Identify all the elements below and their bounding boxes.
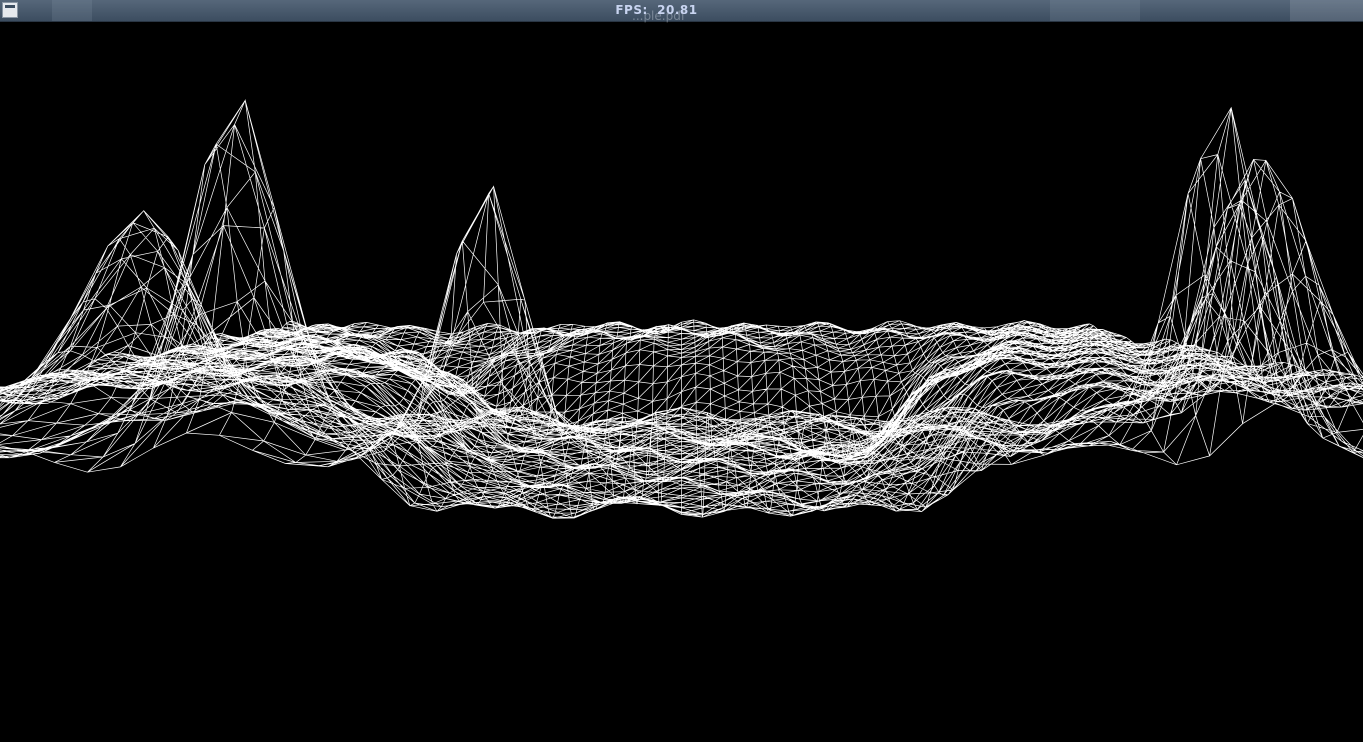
title-bar[interactable]: ...ple.pdf FPS: 20.81 [0, 0, 1363, 23]
terrain-mesh [0, 99, 1363, 519]
render-window: ...ple.pdf FPS: 20.81 [0, 0, 1363, 742]
fps-counter: FPS: 20.81 [0, 3, 1313, 17]
fps-value: 20.81 [657, 3, 698, 17]
wireframe-terrain [0, 99, 1363, 519]
3d-viewport[interactable] [0, 21, 1363, 742]
fps-label: FPS: [615, 3, 648, 17]
